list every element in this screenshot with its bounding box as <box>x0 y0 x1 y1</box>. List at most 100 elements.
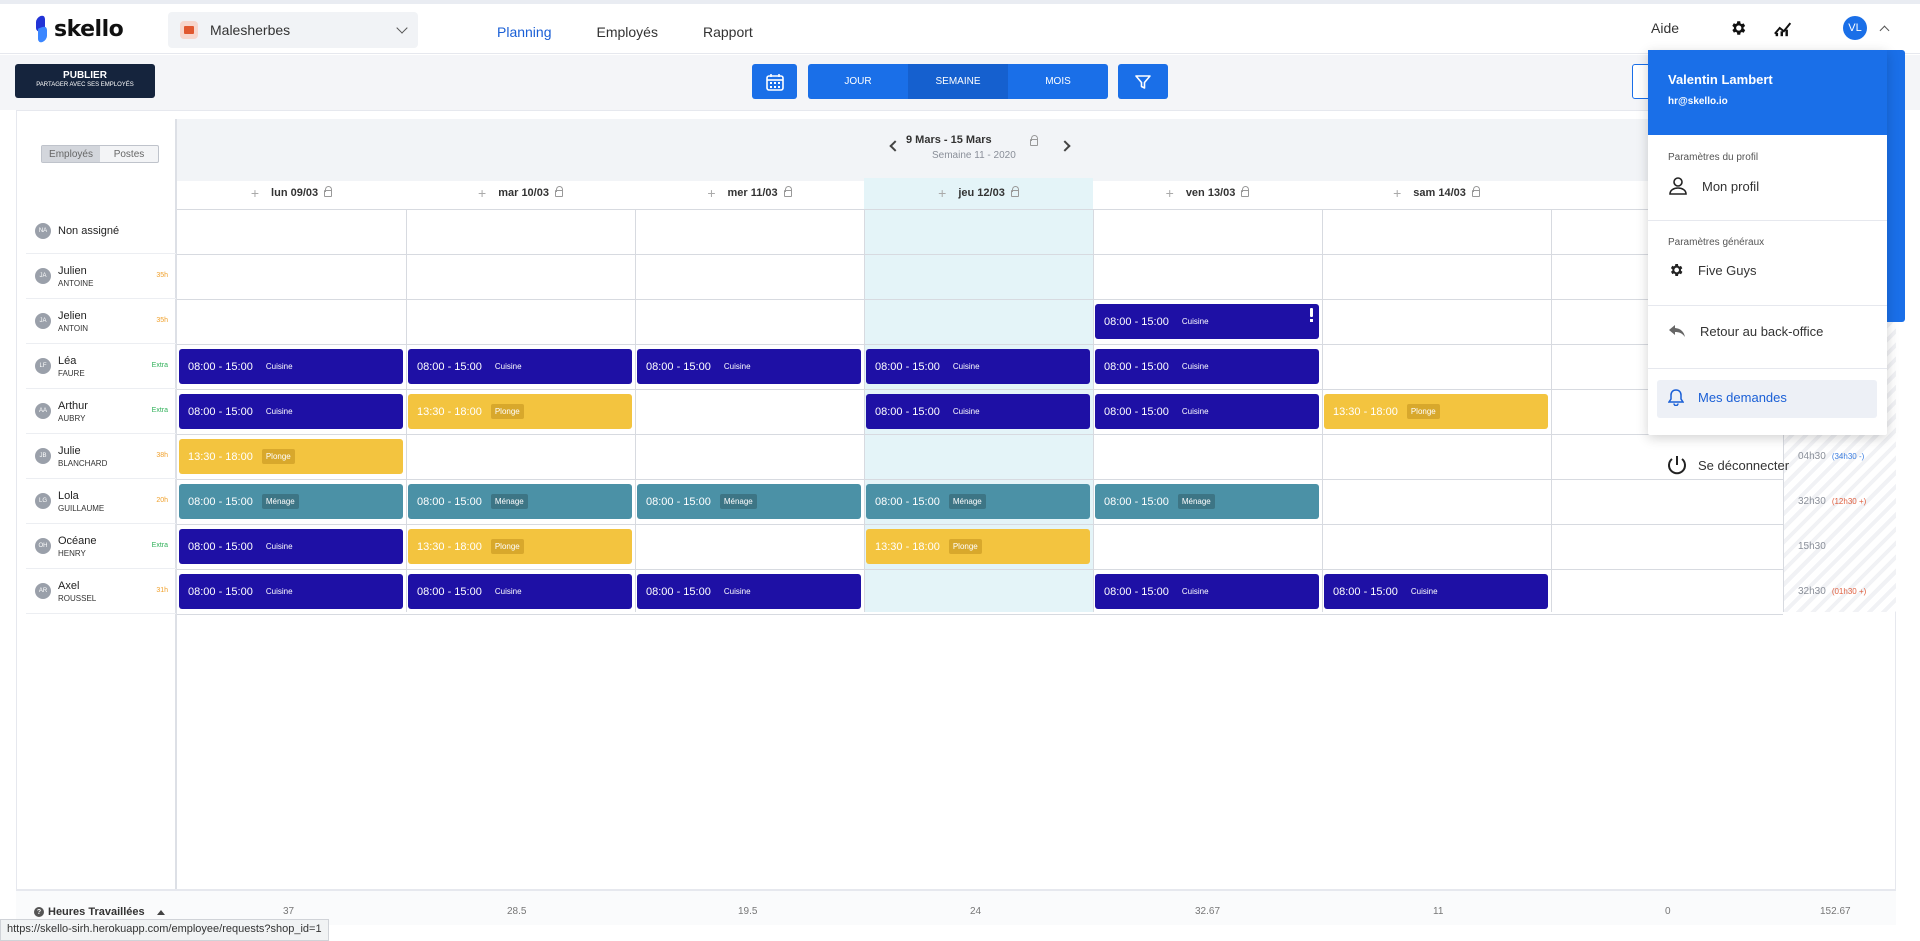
hours-total-value: 37 <box>283 906 295 917</box>
employee-row[interactable]: NA Non assigné <box>26 209 176 254</box>
hours-total-value: 28.5 <box>507 906 527 917</box>
employee-row[interactable]: JA Jelien ANTOIN 35h <box>26 299 176 344</box>
gear-icon[interactable] <box>1729 19 1747 37</box>
shift-card[interactable]: 08:00 - 15:00 Cuisine <box>1095 349 1319 384</box>
employee-row[interactable]: AR Axel ROUSSEL 31h <box>26 569 176 614</box>
day-header[interactable]: + sam 14/03 <box>1322 178 1551 208</box>
day-header[interactable]: + ven 13/03 <box>1093 178 1322 208</box>
shift-card[interactable]: 08:00 - 15:00 Ménage <box>179 484 403 519</box>
nav-rapport[interactable]: Rapport <box>703 24 753 40</box>
employee-row[interactable]: JB Julie BLANCHARD 38h <box>26 434 176 479</box>
toggle-employes[interactable]: Employés <box>42 146 100 162</box>
employee-name: Non assigné <box>58 225 120 237</box>
logout-item[interactable]: Se déconnecter <box>1666 454 1789 476</box>
day-lock-icon[interactable] <box>1471 185 1480 197</box>
reply-arrow-icon <box>1669 325 1685 337</box>
my-requests-item[interactable]: Mes demandes <box>1668 388 1787 406</box>
publish-button[interactable]: PUBLIER PARTAGER AVEC SES EMPLOYÉS <box>15 64 155 98</box>
day-header[interactable]: + jeu 12/03 <box>864 178 1093 208</box>
shift-post: Plonge <box>1406 404 1440 419</box>
column-divider <box>1551 209 1552 612</box>
shift-card[interactable]: 08:00 - 15:00 Ménage <box>1095 484 1319 519</box>
day-lock-icon[interactable] <box>324 185 333 197</box>
filter-button[interactable] <box>1118 64 1168 99</box>
shift-card[interactable]: 08:00 - 15:00 Cuisine <box>179 349 403 384</box>
shift-card[interactable]: 13:30 - 18:00 Plonge <box>408 394 632 429</box>
add-shift-icon[interactable]: + <box>1166 185 1174 201</box>
shift-card[interactable]: 08:00 - 15:00 Cuisine <box>408 574 632 609</box>
shift-card[interactable]: 08:00 - 15:00 Ménage <box>637 484 861 519</box>
analytics-icon[interactable] <box>1773 19 1793 37</box>
shift-card[interactable]: 08:00 - 15:00 Cuisine <box>866 394 1090 429</box>
day-lock-icon[interactable] <box>1010 185 1019 197</box>
employee-row[interactable]: LG Lola GUILLAUME 20h <box>26 479 176 524</box>
shift-card[interactable]: 08:00 - 15:00 Cuisine <box>179 394 403 429</box>
nav-planning[interactable]: Planning <box>497 24 552 40</box>
shift-card[interactable]: 08:00 - 15:00 Cuisine <box>866 349 1090 384</box>
view-semaine[interactable]: SEMAINE <box>908 64 1008 99</box>
shift-time: 08:00 - 15:00 <box>875 405 940 418</box>
shift-card[interactable]: 13:30 - 18:00 Plonge <box>179 439 403 474</box>
row-divider <box>177 524 1783 525</box>
user-avatar[interactable]: VL <box>1843 16 1867 40</box>
shift-post: Cuisine <box>1177 404 1213 419</box>
employee-row[interactable]: JA Julien ANTOINE 35h <box>26 254 176 299</box>
skello-logo[interactable]: skello <box>34 16 124 42</box>
column-divider <box>406 209 407 612</box>
shift-time: 13:30 - 18:00 <box>875 540 940 553</box>
alert-icon[interactable] <box>1310 308 1313 322</box>
shift-card[interactable]: 13:30 - 18:00 Plonge <box>408 529 632 564</box>
shift-post: Cuisine <box>261 539 297 554</box>
employee-row[interactable]: OH Océane HENRY Extra <box>26 524 176 569</box>
employee-row[interactable]: LF Léa FAURE Extra <box>26 344 176 389</box>
nav-employes[interactable]: Employés <box>597 24 658 40</box>
day-lock-icon[interactable] <box>554 185 563 197</box>
week-number: Semaine 11 - 2020 <box>932 150 1016 161</box>
caret-up-icon[interactable] <box>156 909 165 915</box>
aide-link[interactable]: Aide <box>1651 20 1679 36</box>
shift-card[interactable]: 08:00 - 15:00 Cuisine <box>1095 574 1319 609</box>
view-jour[interactable]: JOUR <box>808 64 908 99</box>
employee-row[interactable]: AA Arthur AUBRY Extra <box>26 389 176 434</box>
grid-header <box>177 119 1897 181</box>
add-shift-icon[interactable]: + <box>938 185 946 201</box>
shift-card[interactable]: 08:00 - 15:00 Cuisine <box>1095 394 1319 429</box>
shift-post: Ménage <box>719 494 757 509</box>
day-lock-icon[interactable] <box>1241 185 1250 197</box>
back-office-item[interactable]: Retour au back-office <box>1668 323 1823 339</box>
add-shift-icon[interactable]: + <box>1393 185 1401 201</box>
week-lock-icon[interactable] <box>1030 135 1038 146</box>
shop-select[interactable]: Malesherbes <box>168 12 418 48</box>
column-divider <box>1322 209 1323 612</box>
toggle-postes[interactable]: Postes <box>100 146 158 162</box>
shift-card[interactable]: 08:00 - 15:00 Cuisine <box>1324 574 1548 609</box>
view-mois[interactable]: MOIS <box>1008 64 1108 99</box>
shift-card[interactable]: 08:00 - 15:00 Cuisine <box>1095 304 1319 339</box>
shift-card[interactable]: 08:00 - 15:00 Cuisine <box>179 574 403 609</box>
shift-card[interactable]: 08:00 - 15:00 Cuisine <box>408 349 632 384</box>
employee-first-name: Océane <box>58 535 97 547</box>
add-shift-icon[interactable]: + <box>707 185 715 201</box>
shift-card[interactable]: 08:00 - 15:00 Cuisine <box>637 574 861 609</box>
day-lock-icon[interactable] <box>783 185 792 197</box>
shift-card[interactable]: 13:30 - 18:00 Plonge <box>1324 394 1548 429</box>
day-header[interactable]: + mar 10/03 <box>406 178 635 208</box>
day-header[interactable]: + lun 09/03 <box>177 178 406 208</box>
row-total: 15h30 <box>1798 541 1826 552</box>
shift-time: 08:00 - 15:00 <box>1104 315 1169 328</box>
shift-time: 13:30 - 18:00 <box>417 405 482 418</box>
day-header[interactable]: + mer 11/03 <box>635 178 864 208</box>
calendar-button[interactable] <box>752 64 797 99</box>
organisation-item[interactable]: Five Guys <box>1668 262 1757 278</box>
employee-first-name: Arthur <box>58 400 88 412</box>
help-icon[interactable]: ? <box>34 907 44 917</box>
shift-card[interactable]: 08:00 - 15:00 Ménage <box>866 484 1090 519</box>
add-shift-icon[interactable]: + <box>251 185 259 201</box>
shift-card[interactable]: 13:30 - 18:00 Plonge <box>866 529 1090 564</box>
hours-worked-label[interactable]: ? Heures Travaillées <box>34 906 165 918</box>
shift-card[interactable]: 08:00 - 15:00 Ménage <box>408 484 632 519</box>
add-shift-icon[interactable]: + <box>478 185 486 201</box>
shift-card[interactable]: 08:00 - 15:00 Cuisine <box>179 529 403 564</box>
my-profile-item[interactable]: Mon profil <box>1668 176 1759 196</box>
shift-card[interactable]: 08:00 - 15:00 Cuisine <box>637 349 861 384</box>
